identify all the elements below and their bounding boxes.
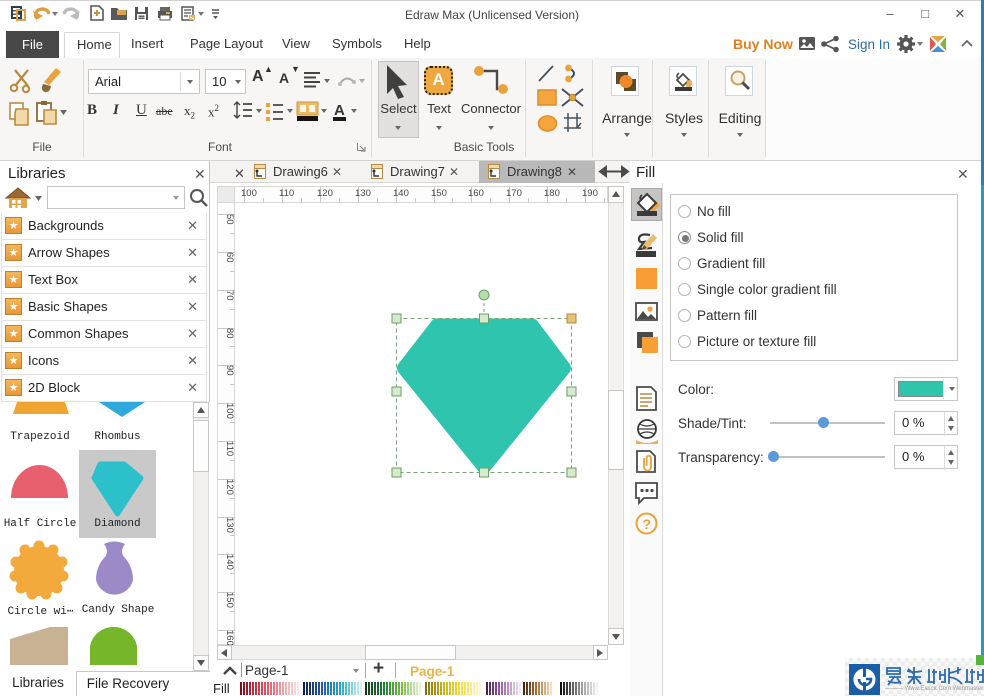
svg-text:130: 130: [224, 517, 235, 533]
svg-text:100: 100: [241, 188, 257, 199]
svg-text:120: 120: [317, 188, 333, 199]
svg-text:70: 70: [224, 290, 235, 301]
svg-text:60: 60: [224, 252, 235, 263]
svg-text:?: ?: [643, 516, 652, 532]
svg-text:110: 110: [279, 188, 294, 199]
svg-text:80: 80: [224, 328, 235, 339]
svg-text:160: 160: [224, 630, 235, 645]
svg-text:190: 190: [582, 188, 598, 199]
svg-text:120: 120: [224, 479, 235, 495]
svg-text:A: A: [334, 102, 345, 119]
svg-text:110: 110: [224, 441, 235, 456]
svg-text:140: 140: [393, 188, 409, 199]
svg-text:140: 140: [224, 554, 235, 570]
svg-text:150: 150: [224, 592, 235, 608]
svg-text:90: 90: [224, 365, 235, 376]
svg-text:170: 170: [506, 188, 522, 199]
svg-text:130: 130: [355, 188, 371, 199]
svg-text:180: 180: [544, 188, 560, 199]
svg-text:160: 160: [468, 188, 484, 199]
svg-text:50: 50: [224, 214, 235, 225]
svg-text:100: 100: [224, 403, 235, 419]
svg-text:150: 150: [431, 188, 447, 199]
